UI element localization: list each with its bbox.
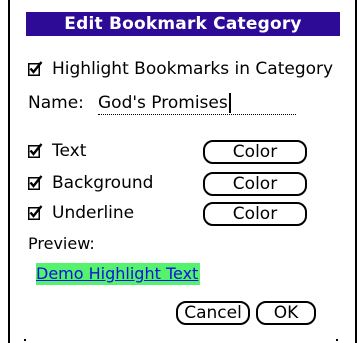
corner-dot-right xyxy=(336,339,338,341)
preview-sample-text: Demo Highlight Text xyxy=(36,263,201,285)
name-field[interactable]: God's Promises xyxy=(98,93,296,115)
ok-button[interactable]: OK xyxy=(256,301,316,325)
dialog-title: Edit Bookmark Category xyxy=(26,12,340,36)
highlight-checkbox[interactable] xyxy=(28,61,43,76)
background-color-button[interactable]: Color xyxy=(203,172,307,196)
text-checkbox-label[interactable]: Text xyxy=(52,141,86,161)
name-field-value: God's Promises xyxy=(98,93,228,113)
underline-checkbox[interactable] xyxy=(28,205,43,220)
checkbox-checked-icon xyxy=(28,205,43,220)
preview-label: Preview: xyxy=(28,234,95,253)
checkbox-checked-icon xyxy=(28,175,43,190)
name-field-label: Name: xyxy=(28,93,84,113)
corner-dot-left xyxy=(24,339,26,341)
text-cursor xyxy=(228,93,231,113)
edit-bookmark-category-dialog: Edit Bookmark Category Highlight Bookmar… xyxy=(10,0,355,343)
background-checkbox-label[interactable]: Background xyxy=(52,173,153,193)
text-color-button[interactable]: Color xyxy=(203,140,307,164)
background-checkbox[interactable] xyxy=(28,175,43,190)
underline-checkbox-label[interactable]: Underline xyxy=(52,203,134,223)
checkbox-checked-icon xyxy=(28,143,43,158)
screen-edge-right xyxy=(355,0,357,343)
checkbox-checked-icon xyxy=(28,61,43,76)
underline-color-button[interactable]: Color xyxy=(203,202,307,226)
cancel-button[interactable]: Cancel xyxy=(176,301,250,325)
highlight-checkbox-label[interactable]: Highlight Bookmarks in Category xyxy=(52,59,333,79)
text-checkbox[interactable] xyxy=(28,143,43,158)
